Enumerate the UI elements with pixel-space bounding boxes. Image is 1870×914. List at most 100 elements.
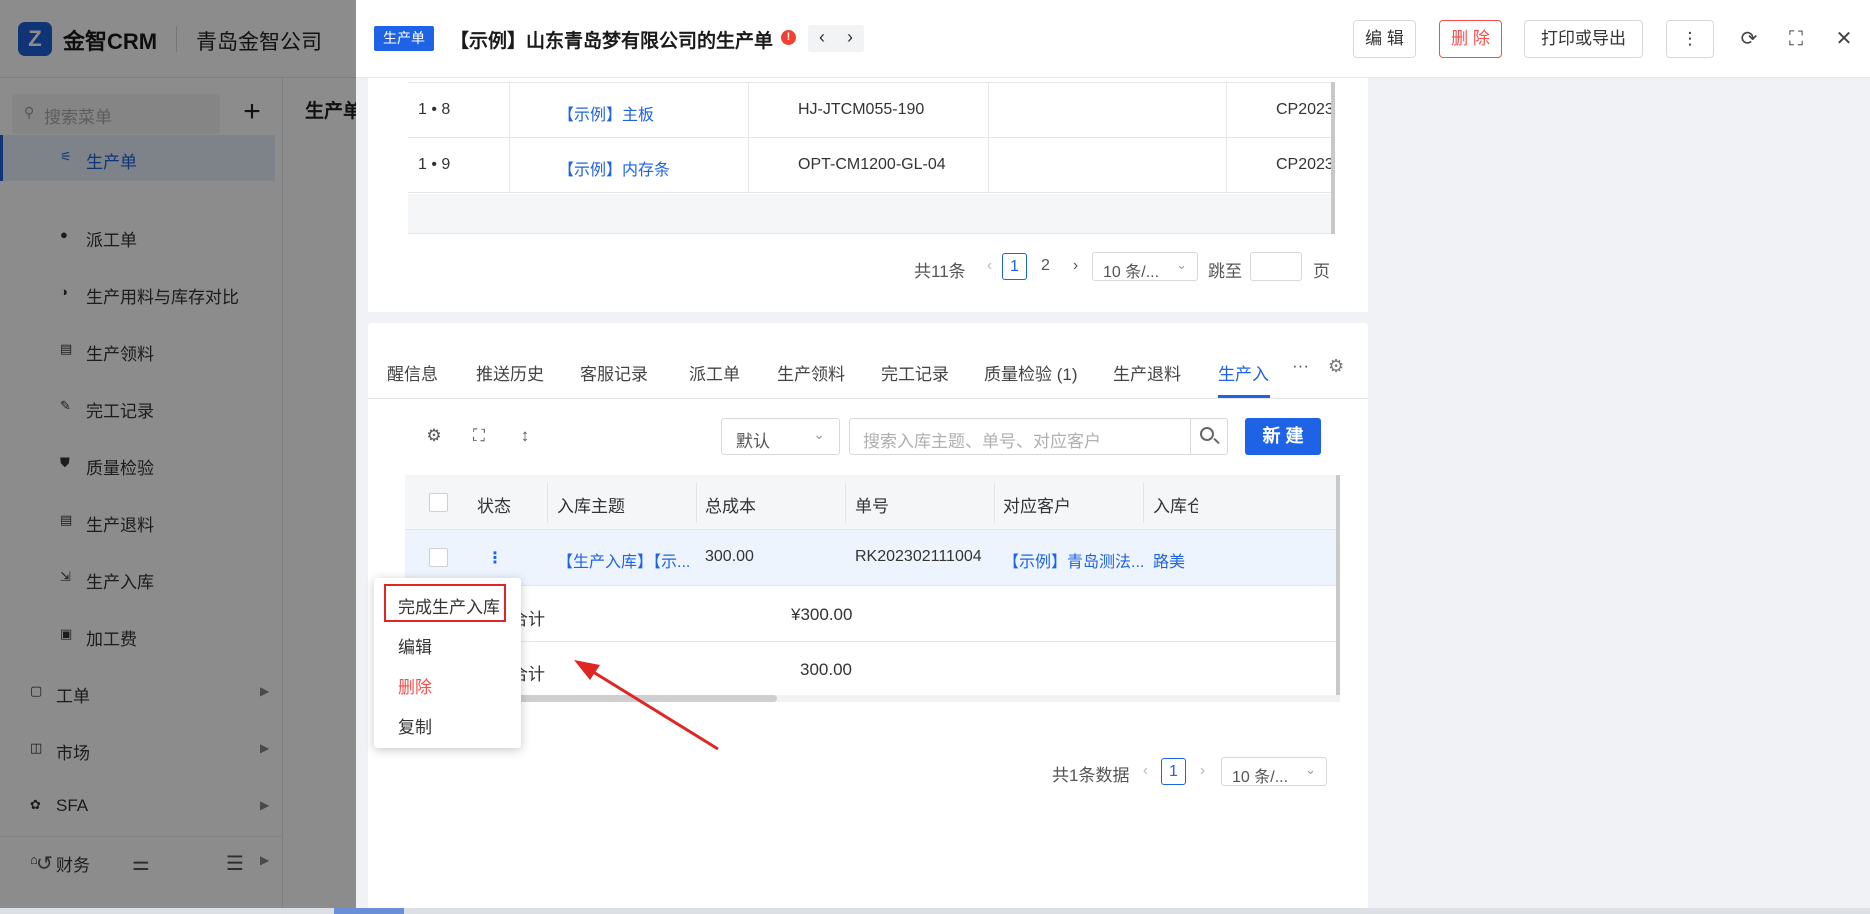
- menu-item-complete-inbound[interactable]: 完成生产入库: [398, 593, 500, 618]
- more-actions-button[interactable]: ⋮: [1666, 20, 1714, 58]
- row-number: 1 • 9: [418, 156, 451, 173]
- prev-record-icon[interactable]: ‹: [808, 27, 836, 48]
- inbound-search-input[interactable]: 搜索入库主题、单号、对应客户: [849, 418, 1191, 455]
- column-divider: [994, 483, 995, 523]
- column-header-customer[interactable]: 对应客户: [1003, 492, 1071, 517]
- column-header-warehouse[interactable]: 入库仓: [1153, 492, 1198, 517]
- customer-link[interactable]: 【示例】青岛测法...: [1003, 548, 1144, 572]
- drawer-header: 生产单 【示例】山东青岛梦有限公司的生产单 ! ‹ › 编 辑 删 除 打印或导…: [356, 0, 1870, 78]
- expand-icon[interactable]: ⛶: [469, 426, 489, 446]
- next-page-icon[interactable]: ›: [1063, 253, 1088, 280]
- materials-card: 1 • 8 【示例】主板 HJ-JTCM055-190 CP20230 1 • …: [368, 78, 1368, 312]
- grand-total-row: 全部合计 300.00: [405, 642, 1340, 697]
- table-header: 状态 入库主题 总成本 单号 对应客户 入库仓: [405, 475, 1340, 530]
- page-1[interactable]: 1: [1002, 253, 1027, 280]
- select-all-checkbox[interactable]: [429, 493, 448, 512]
- menu-item-delete[interactable]: 删除: [398, 673, 432, 698]
- jump-label: 跳至: [1208, 262, 1242, 281]
- more-tabs-icon[interactable]: ···: [1292, 356, 1309, 376]
- table-row[interactable]: 1 • 9 【示例】内存条 OPT-CM1200-GL-04 CP20230: [408, 138, 1331, 193]
- column-divider: [509, 82, 510, 192]
- tab-reminder[interactable]: 提醒信息: [386, 360, 438, 385]
- row-number: 1 • 8: [418, 101, 451, 118]
- page-2[interactable]: 2: [1033, 253, 1058, 280]
- view-select[interactable]: 默认 ⌄: [721, 418, 840, 455]
- page-1[interactable]: 1: [1161, 758, 1186, 785]
- jump-page-input[interactable]: [1250, 252, 1302, 281]
- edit-button[interactable]: 编 辑: [1353, 20, 1416, 58]
- summary-value: 300.00: [800, 660, 852, 679]
- table-footer: [408, 194, 1331, 234]
- vertical-scrollbar[interactable]: [1331, 82, 1335, 234]
- row-actions-icon[interactable]: ⋮: [487, 548, 503, 568]
- inbound-subject-link[interactable]: 【生产入库】【示...: [557, 548, 690, 572]
- bottom-edge-bar: [0, 908, 1870, 914]
- prev-page-icon[interactable]: ‹: [977, 253, 1002, 280]
- column-header-number[interactable]: 单号: [855, 492, 889, 517]
- close-icon[interactable]: ✕: [1831, 26, 1857, 52]
- menu-item-copy[interactable]: 复制: [398, 713, 432, 738]
- tab-dispatch[interactable]: 派工单: [689, 360, 740, 385]
- page-size-value: 10 条/...: [1232, 769, 1289, 786]
- tab-settings-icon[interactable]: ⚙: [1328, 356, 1344, 377]
- tab-push-history[interactable]: 推送历史: [476, 360, 544, 385]
- fullscreen-icon[interactable]: ⛶: [1783, 26, 1809, 52]
- page-size-select[interactable]: 10 条/... ⌄: [1221, 757, 1327, 786]
- materials-table: 1 • 8 【示例】主板 HJ-JTCM055-190 CP20230 1 • …: [408, 82, 1331, 193]
- column-divider: [1226, 82, 1227, 192]
- chevron-down-icon: ⌄: [1305, 762, 1316, 777]
- chevron-down-icon: ⌄: [813, 426, 825, 442]
- product-model: OPT-CM1200-GL-04: [798, 156, 946, 173]
- active-tab-indicator: [1218, 395, 1270, 398]
- next-record-icon[interactable]: ›: [836, 27, 864, 48]
- column-header-subject[interactable]: 入库主题: [557, 492, 625, 517]
- tab-material-pick[interactable]: 生产领料: [777, 360, 845, 385]
- record-type-tag: 生产单: [374, 26, 434, 51]
- delete-button[interactable]: 删 除: [1439, 20, 1502, 58]
- vertical-scrollbar[interactable]: [1336, 475, 1340, 695]
- prev-page-icon[interactable]: ‹: [1133, 758, 1158, 785]
- view-select-value: 默认: [736, 432, 770, 451]
- product-link[interactable]: 【示例】主板: [558, 101, 654, 125]
- menu-item-edit[interactable]: 编辑: [398, 633, 432, 658]
- inbound-table: 状态 入库主题 总成本 单号 对应客户 入库仓 ⋮ 【生产入库】【示... 30…: [405, 475, 1340, 702]
- print-export-button[interactable]: 打印或导出: [1524, 20, 1643, 58]
- column-divider: [988, 82, 989, 192]
- column-divider: [696, 483, 697, 523]
- column-divider: [748, 82, 749, 192]
- page-size-select[interactable]: 10 条/... ⌄: [1092, 252, 1198, 281]
- column-header-cost[interactable]: 总成本: [705, 492, 756, 517]
- total-count: 共11条: [914, 262, 966, 281]
- row-context-menu: 完成生产入库 编辑 删除 复制: [374, 578, 521, 748]
- warehouse-link[interactable]: 路美: [1153, 548, 1185, 572]
- tab-quality-check[interactable]: 质量检验 (1): [984, 360, 1078, 385]
- tab-production-inbound[interactable]: 生产入库: [1218, 360, 1270, 385]
- page-unit-label: 页: [1313, 262, 1330, 281]
- tab-completion[interactable]: 完工记录: [881, 360, 949, 385]
- page-total-row: 本页合计 ¥300.00: [405, 587, 1340, 642]
- column-settings-icon[interactable]: ⚙: [424, 426, 444, 446]
- page-size-value: 10 条/...: [1103, 264, 1160, 281]
- product-link[interactable]: 【示例】内存条: [558, 156, 670, 180]
- new-inbound-button[interactable]: 新 建: [1245, 418, 1321, 455]
- warning-icon[interactable]: !: [781, 30, 796, 45]
- next-page-icon[interactable]: ›: [1190, 758, 1215, 785]
- tab-material-return[interactable]: 生产退料: [1113, 360, 1181, 385]
- table-row[interactable]: ⋮ 【生产入库】【示... 300.00 RK202302111004 【示例】…: [405, 530, 1340, 586]
- row-checkbox[interactable]: [429, 548, 448, 567]
- column-header-status[interactable]: 状态: [477, 492, 511, 517]
- total-cost: 300.00: [705, 548, 754, 565]
- tab-customer-service[interactable]: 客服记录: [580, 360, 648, 385]
- search-icon-handle: [1213, 437, 1220, 445]
- refresh-icon[interactable]: ⟳: [1736, 26, 1762, 52]
- product-code: CP20230: [1276, 101, 1331, 118]
- product-model: HJ-JTCM055-190: [798, 101, 925, 118]
- bottom-edge-accent: [334, 908, 404, 914]
- chevron-down-icon: ⌄: [1176, 257, 1187, 272]
- table-row[interactable]: 1 • 8 【示例】主板 HJ-JTCM055-190 CP20230: [408, 83, 1331, 138]
- row-height-icon[interactable]: ↕: [515, 426, 535, 446]
- search-button[interactable]: [1191, 418, 1228, 455]
- inbound-number: RK202302111004: [855, 548, 982, 565]
- horizontal-scrollbar[interactable]: [405, 695, 1340, 702]
- search-icon: [1200, 427, 1214, 441]
